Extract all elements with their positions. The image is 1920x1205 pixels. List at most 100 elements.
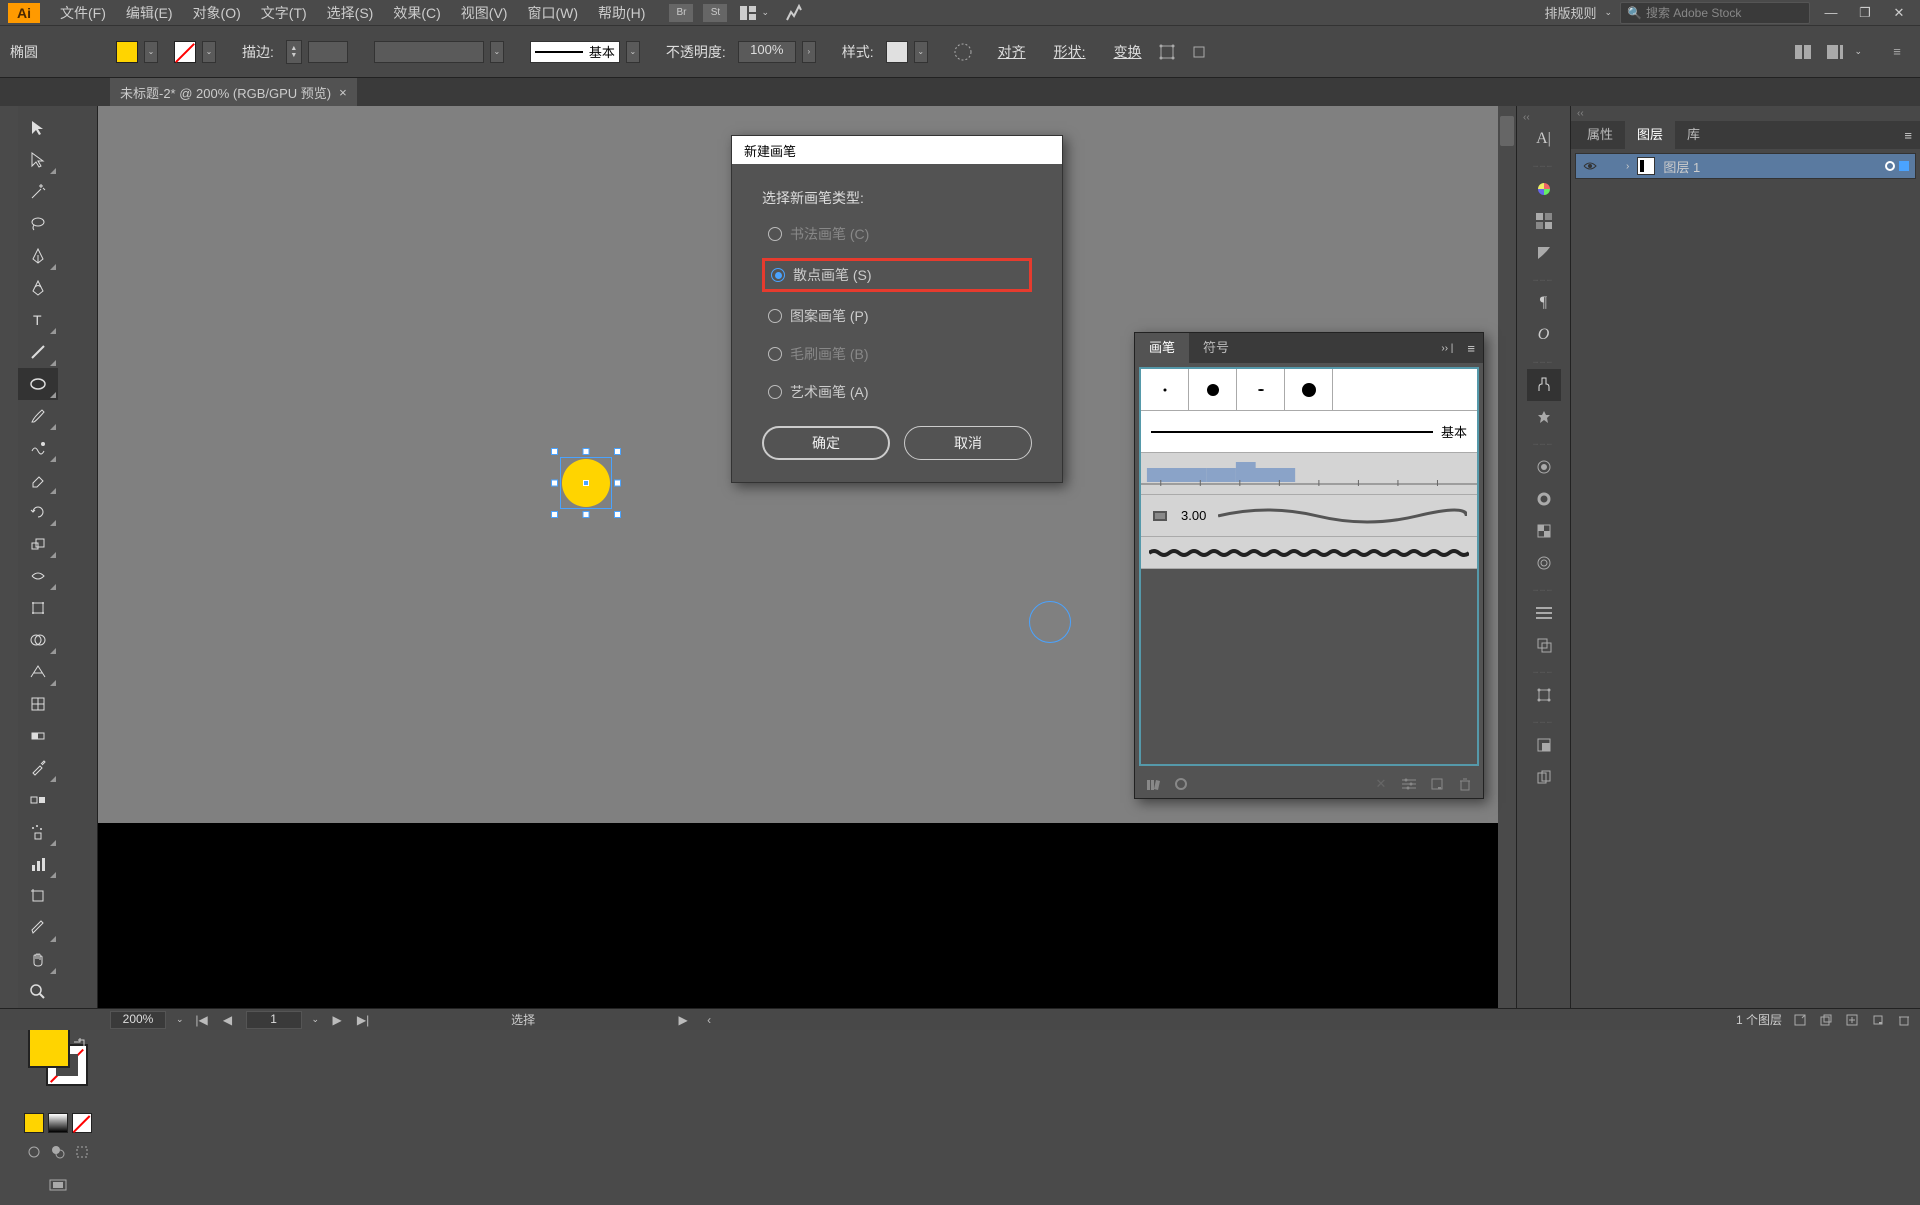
dock-gradient-icon[interactable]: [1527, 451, 1561, 483]
stroke-profile-dropdown[interactable]: ⌄: [490, 41, 504, 63]
stroke-profile[interactable]: [374, 41, 484, 63]
paintbrush-tool[interactable]: [18, 400, 58, 432]
delete-brush-icon[interactable]: [1455, 774, 1475, 794]
stroke-swatch[interactable]: [174, 41, 196, 63]
prev-artboard-button[interactable]: ◀: [220, 1012, 236, 1028]
dock-artboards-icon[interactable]: [1527, 761, 1561, 793]
style-dropdown[interactable]: ⌄: [914, 41, 928, 63]
typeset-rules-button[interactable]: 排版规则: [1544, 3, 1596, 22]
maximize-button[interactable]: ❐: [1852, 3, 1878, 23]
width-tool[interactable]: [18, 560, 58, 592]
tab-properties[interactable]: 属性: [1575, 121, 1625, 149]
mesh-tool[interactable]: [18, 688, 58, 720]
draw-inside-icon[interactable]: [72, 1139, 92, 1165]
rpanel-menu-icon[interactable]: ≡: [1896, 128, 1920, 143]
make-clipping-mask-icon[interactable]: [1818, 1012, 1834, 1028]
blend-tool[interactable]: [18, 784, 58, 816]
radio-scatter[interactable]: 散点画笔 (S): [762, 258, 1032, 292]
dock-gripper[interactable]: ┈┈┈: [1524, 585, 1564, 595]
layer-name[interactable]: 图层 1: [1663, 157, 1700, 176]
brush-libraries-icon[interactable]: [1143, 774, 1163, 794]
stock-icon[interactable]: St: [703, 4, 727, 22]
isolate-icon[interactable]: [1186, 39, 1212, 65]
brush-dropdown[interactable]: ⌄: [626, 41, 640, 63]
dock-gripper[interactable]: ┈┈┈: [1524, 717, 1564, 727]
menu-object[interactable]: 对象(O): [183, 0, 251, 26]
dock-gripper[interactable]: ┈┈┈: [1524, 161, 1564, 171]
dock-color-guide-icon[interactable]: [1527, 237, 1561, 269]
stroke-weight-stepper[interactable]: ▲▼: [286, 40, 302, 64]
radio-pattern[interactable]: 图案画笔 (P): [762, 302, 1032, 330]
eraser-tool[interactable]: [18, 464, 58, 496]
brush-calligraphic-row[interactable]: 3.00: [1141, 495, 1477, 537]
locate-layer-icon[interactable]: [1792, 1012, 1808, 1028]
vertical-scrollbar[interactable]: [1498, 106, 1516, 1008]
dock-asset-export-icon[interactable]: [1527, 729, 1561, 761]
first-artboard-button[interactable]: |◀: [194, 1012, 210, 1028]
menu-edit[interactable]: 编辑(E): [116, 0, 183, 26]
layer-visibility-icon[interactable]: [1582, 158, 1598, 174]
shapes-label[interactable]: 形状:: [1054, 42, 1086, 62]
dock-gripper[interactable]: ┈┈┈: [1524, 439, 1564, 449]
libraries-panel-icon[interactable]: [1171, 774, 1191, 794]
free-transform-tool[interactable]: [18, 592, 58, 624]
close-button[interactable]: ✕: [1886, 3, 1912, 23]
tab-symbols[interactable]: 符号: [1189, 333, 1243, 363]
screen-mode-icon[interactable]: [45, 1173, 71, 1199]
tab-layers[interactable]: 图层: [1625, 121, 1675, 149]
tab-close-icon[interactable]: ×: [339, 85, 347, 100]
menu-window[interactable]: 窗口(W): [517, 0, 588, 26]
dock-gripper[interactable]: ┈┈┈: [1524, 667, 1564, 677]
opacity-input[interactable]: 100%: [738, 41, 796, 63]
lasso-tool[interactable]: [18, 208, 58, 240]
scale-tool[interactable]: [18, 528, 58, 560]
dock-appearance-icon[interactable]: [1527, 547, 1561, 579]
menu-select[interactable]: 选择(S): [317, 0, 384, 26]
menu-file[interactable]: 文件(F): [50, 0, 116, 26]
radio-icon[interactable]: [768, 309, 782, 323]
magic-wand-tool[interactable]: [18, 176, 58, 208]
fill-swatch[interactable]: [116, 41, 138, 63]
panel-menu-icon[interactable]: ≡: [1459, 341, 1483, 356]
dock-gripper[interactable]: ┈┈┈: [1524, 275, 1564, 285]
menu-effect[interactable]: 效果(C): [383, 0, 450, 26]
dock-character-icon[interactable]: A|: [1527, 123, 1561, 155]
delete-layer-icon[interactable]: [1896, 1012, 1912, 1028]
shaper-tool[interactable]: [18, 432, 58, 464]
cancel-button[interactable]: 取消: [904, 426, 1032, 460]
dock-gripper[interactable]: ┈┈┈: [1524, 357, 1564, 367]
dock-swatches-icon[interactable]: [1527, 205, 1561, 237]
recolor-icon[interactable]: [950, 39, 976, 65]
new-sublayer-icon[interactable]: [1844, 1012, 1860, 1028]
slice-tool[interactable]: [18, 912, 58, 944]
dock-paragraph-icon[interactable]: ¶: [1527, 287, 1561, 319]
stroke-weight-input[interactable]: [308, 41, 348, 63]
draw-behind-icon[interactable]: [48, 1139, 68, 1165]
dock-stroke-icon[interactable]: [1527, 483, 1561, 515]
rotate-tool[interactable]: [18, 496, 58, 528]
radio-icon[interactable]: [771, 268, 785, 282]
ok-button[interactable]: 确定: [762, 426, 890, 460]
curvature-tool[interactable]: [18, 272, 58, 304]
ellipse-tool[interactable]: [18, 368, 58, 400]
transform-icon[interactable]: [1154, 39, 1180, 65]
brush-thumb[interactable]: [1285, 369, 1333, 410]
menu-type[interactable]: 文字(T): [251, 0, 317, 26]
rpanel-collapse-icon[interactable]: ‹‹: [1571, 106, 1920, 121]
tab-libraries[interactable]: 库: [1675, 121, 1712, 149]
eyedropper-tool[interactable]: [18, 752, 58, 784]
pen-tool[interactable]: [18, 240, 58, 272]
panel-collapse-icon[interactable]: ›› |: [1435, 343, 1459, 354]
search-input[interactable]: 🔍 搜索 Adobe Stock: [1620, 2, 1810, 24]
last-artboard-button[interactable]: ▶|: [355, 1012, 371, 1028]
color-mode-solid[interactable]: [24, 1113, 44, 1133]
dock-transform-icon[interactable]: [1527, 679, 1561, 711]
gpu-icon[interactable]: [783, 2, 805, 24]
symbol-sprayer-tool[interactable]: [18, 816, 58, 848]
artboard-input[interactable]: 1: [246, 1011, 302, 1029]
swap-fill-stroke-icon[interactable]: [72, 1036, 86, 1050]
zoom-input[interactable]: 200%: [110, 1011, 166, 1029]
brush-thumb[interactable]: [1189, 369, 1237, 410]
zoom-tool[interactable]: [18, 976, 58, 1008]
minimize-button[interactable]: —: [1818, 3, 1844, 23]
